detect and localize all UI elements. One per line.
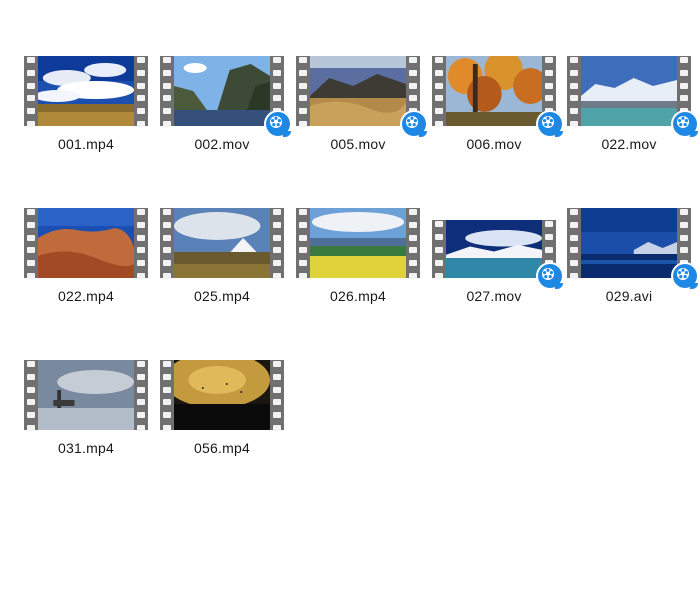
video-thumbnail [174,56,270,126]
video-file-tile[interactable]: 022.mp4 [24,208,148,318]
video-filmstrip-icon [160,208,284,279]
video-filmstrip-icon [24,56,148,127]
video-thumbnail [38,360,134,430]
video-file-tile[interactable]: 025.mp4 [160,208,284,318]
quick-player-icon [671,262,699,290]
file-name-label: 029.avi [605,288,653,304]
file-name-label: 006.mov [466,136,522,152]
quick-player-icon [264,110,292,138]
film-perforation [270,208,284,279]
video-file-tile[interactable]: 002.mov [160,56,292,166]
file-name-label: 002.mov [194,136,250,152]
quick-player-icon [671,110,699,138]
video-thumbnail [310,208,406,278]
video-filmstrip-icon [160,360,284,431]
film-perforation [567,56,581,127]
video-thumbnail [38,56,134,126]
video-thumbnail [581,208,677,278]
film-perforation [432,220,446,279]
video-file-tile[interactable]: 056.mp4 [160,360,284,470]
film-perforation [134,360,148,431]
film-perforation [160,208,174,279]
film-perforation [296,208,310,279]
video-file-tile[interactable]: 026.mp4 [296,208,420,318]
quick-player-icon [536,110,564,138]
file-name-label: 022.mp4 [58,288,114,304]
file-name-label: 027.mov [466,288,522,304]
film-perforation [160,56,174,127]
file-grid: 001.mp4 002.mov 005.mov 006.mov 022.mov … [0,0,700,615]
video-file-tile[interactable]: 031.mp4 [24,360,148,470]
film-perforation [24,208,38,279]
file-name-label: 005.mov [330,136,386,152]
file-name-label: 022.mov [601,136,657,152]
film-perforation [134,56,148,127]
video-thumbnail [174,360,270,430]
file-name-label: 056.mp4 [194,440,250,456]
film-perforation [270,360,284,431]
video-file-tile[interactable]: 027.mov [432,208,564,318]
film-perforation [406,208,420,279]
video-thumbnail [174,208,270,278]
file-name-label: 025.mp4 [194,288,250,304]
video-thumbnail [581,56,677,126]
film-perforation [160,360,174,431]
video-filmstrip-icon [24,208,148,279]
video-file-tile[interactable]: 029.avi [567,208,699,318]
file-name-label: 001.mp4 [58,136,114,152]
quick-player-icon [536,262,564,290]
video-file-tile[interactable]: 006.mov [432,56,564,166]
film-perforation [567,208,581,279]
video-thumbnail [446,220,542,278]
video-thumbnail [446,56,542,126]
file-name-label: 031.mp4 [58,440,114,456]
video-file-tile[interactable]: 001.mp4 [24,56,148,166]
video-filmstrip-icon [24,360,148,431]
film-perforation [134,208,148,279]
quick-player-icon [400,110,428,138]
video-file-tile[interactable]: 005.mov [296,56,428,166]
film-perforation [296,56,310,127]
video-thumbnail [38,208,134,278]
video-filmstrip-icon [296,208,420,279]
video-thumbnail [310,56,406,126]
file-name-label: 026.mp4 [330,288,386,304]
video-file-tile[interactable]: 022.mov [567,56,699,166]
film-perforation [432,56,446,127]
film-perforation [24,360,38,431]
film-perforation [24,56,38,127]
